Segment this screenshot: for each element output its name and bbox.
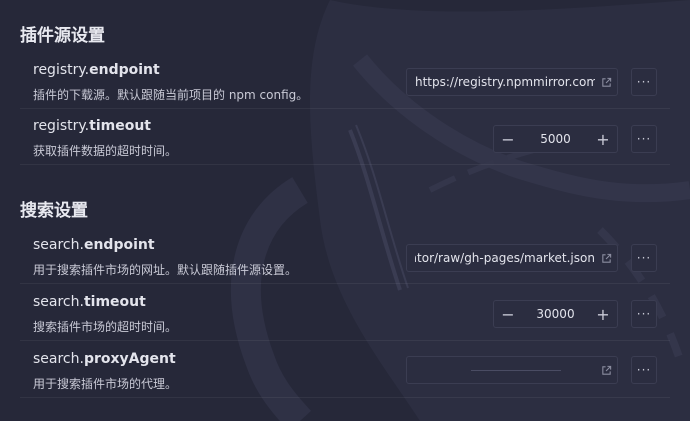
input-value: https://registry.npmmirror.com xyxy=(415,75,595,89)
input-value xyxy=(415,369,595,371)
setting-description: 插件的下载源。默认跟随当前项目的 npm config。 xyxy=(33,88,309,102)
setting-key-name: endpoint xyxy=(83,237,155,253)
setting-key-prefix: search. xyxy=(33,237,84,253)
external-link-icon[interactable] xyxy=(595,69,617,95)
setting-row-search-endpoint: search.endpoint 用于搜索插件市场的网址。默认跟随插件源设置。 r… xyxy=(20,237,670,284)
setting-key-name: timeout xyxy=(89,118,151,134)
search-proxy-agent-input[interactable] xyxy=(406,356,618,384)
setting-key: registry.timeout xyxy=(33,118,151,134)
empty-value-line xyxy=(471,369,561,371)
registry-timeout-stepper[interactable]: − 5000 + xyxy=(493,125,618,153)
ellipsis-icon: ··· xyxy=(636,363,652,377)
setting-key-name: timeout xyxy=(83,294,146,310)
setting-row-registry-endpoint: registry.endpoint 插件的下载源。默认跟随当前项目的 npm c… xyxy=(20,62,670,109)
setting-key-name: endpoint xyxy=(89,62,160,78)
stepper-value[interactable]: 5000 xyxy=(522,132,589,146)
minus-icon[interactable]: − xyxy=(494,126,522,152)
setting-description: 用于搜索插件市场的代理。 xyxy=(33,377,178,391)
setting-row-search-timeout: search.timeout 搜索插件市场的超时时间。 − 30000 + ··… xyxy=(20,294,670,341)
setting-description: 获取插件数据的超时时间。 xyxy=(33,144,178,158)
setting-key: search.endpoint xyxy=(33,237,155,253)
input-value: regator/raw/gh-pages/market.json xyxy=(415,251,595,265)
section-title-search: 搜索设置 xyxy=(20,201,88,221)
ellipsis-icon: ··· xyxy=(636,75,652,89)
ellipsis-icon: ··· xyxy=(636,251,652,265)
setting-key: search.proxyAgent xyxy=(33,351,176,367)
more-options-button[interactable]: ··· xyxy=(631,244,657,272)
setting-key-name: proxyAgent xyxy=(83,351,176,367)
stepper-value[interactable]: 30000 xyxy=(522,307,589,321)
external-link-icon[interactable] xyxy=(595,357,617,383)
search-endpoint-input[interactable]: regator/raw/gh-pages/market.json xyxy=(406,244,618,272)
more-options-button[interactable]: ··· xyxy=(631,300,657,328)
more-options-button[interactable]: ··· xyxy=(631,356,657,384)
minus-icon[interactable]: − xyxy=(494,301,522,327)
setting-key-prefix: registry. xyxy=(33,118,90,134)
setting-description: 用于搜索插件市场的网址。默认跟随插件源设置。 xyxy=(33,263,298,277)
section-title-registry: 插件源设置 xyxy=(20,26,105,46)
setting-description: 搜索插件市场的超时时间。 xyxy=(33,320,178,334)
search-timeout-stepper[interactable]: − 30000 + xyxy=(493,300,618,328)
external-link-icon[interactable] xyxy=(595,245,617,271)
registry-endpoint-input[interactable]: https://registry.npmmirror.com xyxy=(406,68,618,96)
setting-key-prefix: search. xyxy=(33,351,84,367)
setting-key: search.timeout xyxy=(33,294,146,310)
more-options-button[interactable]: ··· xyxy=(631,125,657,153)
more-options-button[interactable]: ··· xyxy=(631,68,657,96)
setting-key-prefix: registry. xyxy=(33,62,90,78)
plus-icon[interactable]: + xyxy=(589,126,617,152)
setting-row-registry-timeout: registry.timeout 获取插件数据的超时时间。 − 5000 + ·… xyxy=(20,118,670,165)
setting-key-prefix: search. xyxy=(33,294,84,310)
plus-icon[interactable]: + xyxy=(589,301,617,327)
ellipsis-icon: ··· xyxy=(636,307,652,321)
setting-key: registry.endpoint xyxy=(33,62,160,78)
ellipsis-icon: ··· xyxy=(636,132,652,146)
setting-row-search-proxy-agent: search.proxyAgent 用于搜索插件市场的代理。 ··· xyxy=(20,351,670,398)
